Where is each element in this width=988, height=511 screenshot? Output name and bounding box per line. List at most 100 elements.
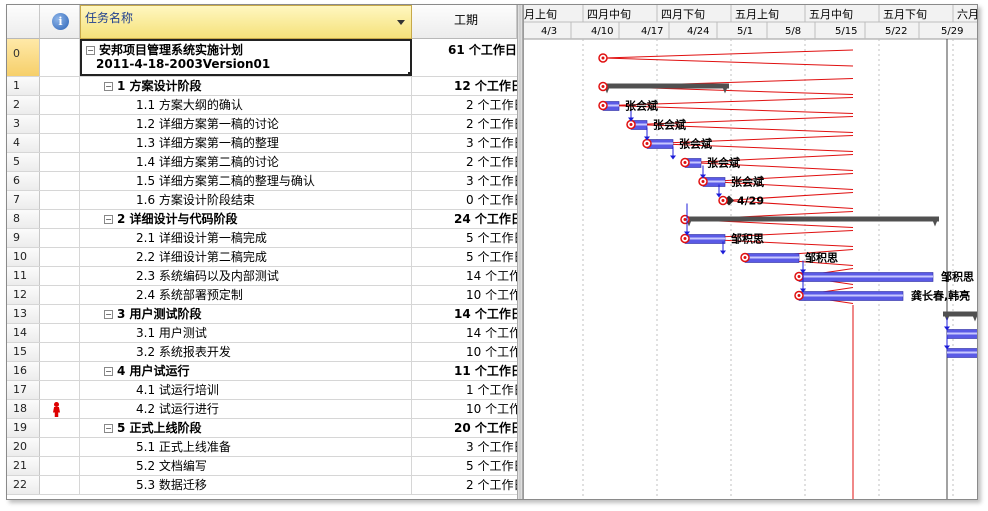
table-row[interactable]: 13 −3 用户测试阶段 14 个工作日 [7,305,517,324]
row-id[interactable]: 2 [7,96,40,114]
table-row[interactable]: 9 2.1 详细设计第一稿完成 5 个工作日 [7,229,517,248]
task-name-cell[interactable]: 2.1 详细设计第一稿完成 [80,229,412,247]
task-name-header[interactable]: 任务名称 [80,5,412,39]
row-id[interactable]: 4 [7,134,40,152]
duration-cell[interactable]: 2 个工作日 [412,476,517,494]
duration-cell[interactable]: 5 个工作日 [412,248,517,266]
duration-cell[interactable]: 24 个工作日 [412,210,517,228]
table-row[interactable]: 16 −4 用户试运行 11 个工作日 [7,362,517,381]
row-id[interactable]: 3 [7,115,40,133]
row-id[interactable]: 18 [7,400,40,418]
task-name-cell[interactable]: 1.5 详细方案第二稿的整理与确认 [80,172,412,190]
task-name-cell[interactable]: −2 详细设计与代码阶段 [80,210,412,228]
task-name-cell[interactable]: 1.3 详细方案第一稿的整理 [80,134,412,152]
task-name-cell[interactable]: −4 用户试运行 [80,362,412,380]
task-name-cell[interactable]: −5 正式上线阶段 [80,419,412,437]
duration-cell[interactable]: 11 个工作日 [412,362,517,380]
row-id[interactable]: 0 [7,39,40,76]
row-id[interactable]: 19 [7,419,40,437]
task-name-cell[interactable]: 4.1 试运行培训 [80,381,412,399]
duration-cell[interactable]: 3 个工作日 [412,134,517,152]
duration-cell[interactable]: 20 个工作日 [412,419,517,437]
chevron-down-icon[interactable] [397,20,405,25]
task-name-cell[interactable]: − 安邦项目管理系统实施计划 2011-4-18-2003Version01 [80,39,412,76]
table-row[interactable]: 1 −1 方案设计阶段 12 个工作日 [7,77,517,96]
task-name-cell[interactable]: 2.3 系统编码以及内部测试 [80,267,412,285]
gantt-chart[interactable]: 月上旬 四月中旬 四月下旬 五月上旬 五月中旬 五月下旬 六月 4/3 4/10 4/17 4/24… [523,5,977,499]
duration-cell[interactable]: 10 个工作日 [412,400,517,418]
row-id[interactable]: 12 [7,286,40,304]
row-id[interactable]: 15 [7,343,40,361]
duration-cell[interactable]: 2 个工作日 [412,153,517,171]
task-name-cell[interactable]: 5.2 文档编写 [80,457,412,475]
task-name-cell[interactable]: 1.2 详细方案第一稿的讨论 [80,115,412,133]
indicators-header[interactable]: i [40,5,80,39]
task-name-cell[interactable]: 4.2 试运行进行 [80,400,412,418]
table-row[interactable]: 18 4.2 试运行进行 10 个工作日 [7,400,517,419]
row-id[interactable]: 10 [7,248,40,266]
table-row[interactable]: 17 4.1 试运行培训 1 个工作日 [7,381,517,400]
duration-cell[interactable]: 0 个工作日 [412,191,517,209]
row-id[interactable]: 21 [7,457,40,475]
duration-cell[interactable]: 61 个工作日 [412,39,517,76]
task-name-cell[interactable]: 3.2 系统报表开发 [80,343,412,361]
duration-cell[interactable]: 3 个工作日 [412,438,517,456]
duration-cell[interactable]: 2 个工作日 [412,115,517,133]
duration-cell[interactable]: 12 个工作日 [412,77,517,95]
table-row[interactable]: 14 3.1 用户测试 14 个工作日 [7,324,517,343]
duration-cell[interactable]: 14 个工作日 [412,267,517,285]
duration-cell[interactable]: 14 个工作日 [412,324,517,342]
row-id[interactable]: 1 [7,77,40,95]
collapse-toggle-icon[interactable]: − [104,310,113,319]
row-id[interactable]: 13 [7,305,40,323]
duration-cell[interactable]: 10 个工作日 [412,343,517,361]
table-row[interactable]: 5 1.4 详细方案第二稿的讨论 2 个工作日 [7,153,517,172]
row-id[interactable]: 8 [7,210,40,228]
table-row[interactable]: 15 3.2 系统报表开发 10 个工作日 [7,343,517,362]
table-row[interactable]: 22 5.3 数据迁移 2 个工作日 [7,476,517,495]
duration-cell[interactable]: 10 个工作日 [412,286,517,304]
task-name-cell[interactable]: 5.3 数据迁移 [80,476,412,494]
row-id[interactable]: 22 [7,476,40,494]
row-id[interactable]: 17 [7,381,40,399]
task-name-cell[interactable]: 3.1 用户测试 [80,324,412,342]
summary-bar[interactable] [603,83,729,89]
table-row[interactable]: 2 1.1 方案大纲的确认 2 个工作日 [7,96,517,115]
row-id[interactable]: 16 [7,362,40,380]
task-name-cell[interactable]: −3 用户测试阶段 [80,305,412,323]
collapse-toggle-icon[interactable]: − [86,46,95,55]
person-icon[interactable] [53,402,61,417]
table-row[interactable]: 11 2.3 系统编码以及内部测试 14 个工作日 [7,267,517,286]
table-row[interactable]: 10 2.2 详细设计第二稿完成 5 个工作日 [7,248,517,267]
collapse-toggle-icon[interactable]: − [104,424,113,433]
table-row[interactable]: 3 1.2 详细方案第一稿的讨论 2 个工作日 [7,115,517,134]
task-name-cell[interactable]: 1.6 方案设计阶段结束 [80,191,412,209]
task-name-cell[interactable]: 2.2 详细设计第二稿完成 [80,248,412,266]
duration-cell[interactable]: 14 个工作日 [412,305,517,323]
table-row[interactable]: 12 2.4 系统部署预定制 10 个工作日 [7,286,517,305]
row-id[interactable]: 7 [7,191,40,209]
duration-cell[interactable]: 1 个工作日 [412,381,517,399]
row-id[interactable]: 5 [7,153,40,171]
table-row[interactable]: 6 1.5 详细方案第二稿的整理与确认 3 个工作日 [7,172,517,191]
table-row[interactable]: 7 1.6 方案设计阶段结束 0 个工作日 [7,191,517,210]
table-row[interactable]: 21 5.2 文档编写 5 个工作日 [7,457,517,476]
row-id[interactable]: 6 [7,172,40,190]
row-id-header[interactable] [7,5,40,39]
duration-cell[interactable]: 3 个工作日 [412,172,517,190]
duration-cell[interactable]: 2 个工作日 [412,96,517,114]
task-name-cell[interactable]: 1.1 方案大纲的确认 [80,96,412,114]
task-name-cell[interactable]: 5.1 正式上线准备 [80,438,412,456]
row-id[interactable]: 11 [7,267,40,285]
task-name-cell[interactable]: −1 方案设计阶段 [80,77,412,95]
table-row[interactable]: 0 − 安邦项目管理系统实施计划 2011-4-18-2003Version01 61 … [7,39,517,77]
duration-header[interactable]: 工期 [412,5,517,39]
row-id[interactable]: 20 [7,438,40,456]
duration-cell[interactable]: 5 个工作日 [412,457,517,475]
row-id[interactable]: 14 [7,324,40,342]
collapse-toggle-icon[interactable]: − [104,367,113,376]
table-row[interactable]: 4 1.3 详细方案第一稿的整理 3 个工作日 [7,134,517,153]
summary-bar[interactable] [685,216,939,222]
row-id[interactable]: 9 [7,229,40,247]
table-row[interactable]: 20 5.1 正式上线准备 3 个工作日 [7,438,517,457]
